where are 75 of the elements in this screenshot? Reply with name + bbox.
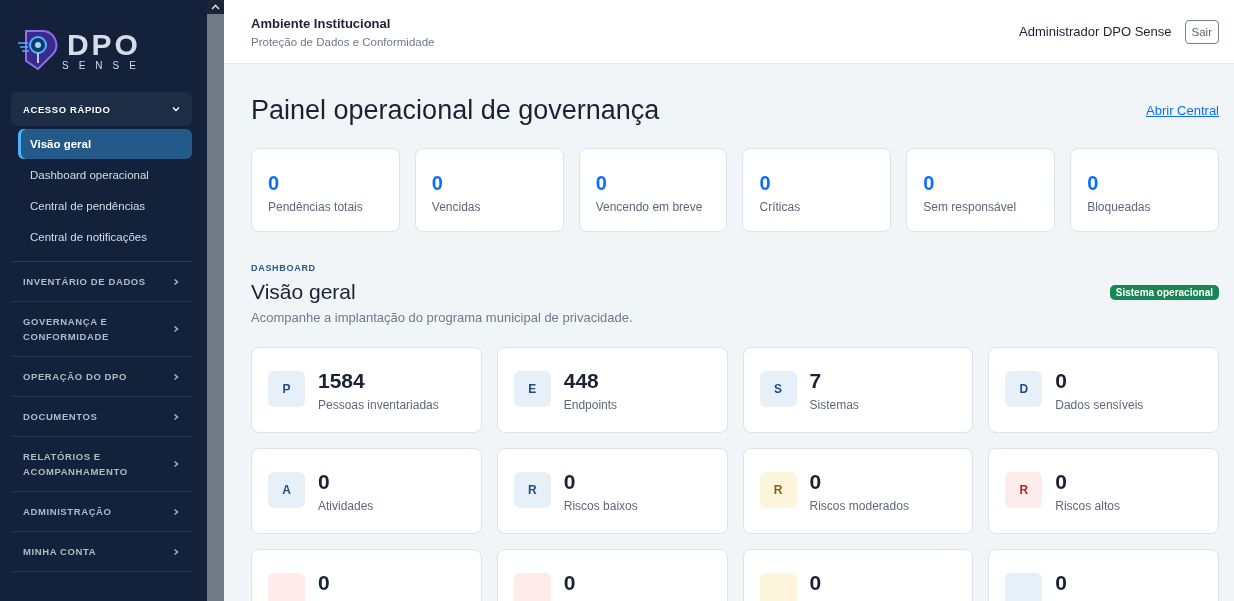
letter-badge: S <box>759 371 797 407</box>
stat-label: Sem responsável <box>923 200 1018 214</box>
metric-label: Endpoints <box>563 398 618 412</box>
letter-badge: A <box>268 472 305 508</box>
nav-section-toggle[interactable]: ADMINISTRAÇÃO <box>11 492 192 531</box>
stat-value: 0 <box>1087 171 1100 195</box>
metric-value: 0 <box>1055 469 1068 495</box>
chevron-right-icon <box>172 325 180 333</box>
stat-label: Vencidas <box>431 200 482 214</box>
nav-section-toggle[interactable]: ACESSO RÁPIDO <box>11 92 192 126</box>
metric-value: 0 <box>809 469 823 495</box>
metric-value: 0 <box>563 570 576 596</box>
chevron-right-icon <box>172 277 180 286</box>
metric-value: 0 <box>318 570 330 596</box>
nav-section-toggle[interactable]: INVENTÁRIO DE DADOS <box>11 262 192 301</box>
stat-value: 0 <box>759 171 772 195</box>
stat-value: 0 <box>268 171 281 195</box>
open-central-link[interactable]: Abrir Central <box>1146 102 1219 118</box>
metric-label: Dados sensíveis <box>1055 398 1144 412</box>
environment-title: Ambiente Institucional <box>251 15 392 31</box>
section-eyebrow: DASHBOARD <box>251 263 317 273</box>
nav-item[interactable]: Central de pendências <box>18 191 192 221</box>
metric-value: 0 <box>809 570 822 596</box>
letter-badge: R <box>1005 472 1043 508</box>
nav-item[interactable]: Central de notificações <box>18 222 192 252</box>
nav-section-toggle[interactable]: RELATÓRIOS E ACOMPANHAMENTO <box>11 437 192 491</box>
page-title: Painel operacional de governança <box>251 94 660 127</box>
chevron-down-icon <box>172 105 180 113</box>
letter-badge: R <box>513 472 551 508</box>
stat-label: Críticas <box>759 200 802 214</box>
section-title: Visão geral <box>251 279 356 305</box>
scrollbar[interactable] <box>207 0 224 601</box>
stat-value: 0 <box>923 171 936 195</box>
shield-logo-icon <box>18 27 58 73</box>
section-description: Acompanhe a implantação do programa municipal de privacidade. <box>251 310 634 325</box>
metric-value: 7 <box>809 368 823 394</box>
letter-badge: E <box>513 371 551 407</box>
nav-section-toggle[interactable]: OPERAÇÃO DO DPO <box>11 357 192 396</box>
logout-button[interactable]: Sair <box>1184 19 1219 44</box>
stat-value: 0 <box>431 171 444 195</box>
letter-badge: D <box>1005 371 1043 407</box>
chevron-right-icon <box>172 507 180 516</box>
user-name: Administrador DPO Sense <box>1019 24 1172 39</box>
stat-label: Pendências totais <box>268 200 364 214</box>
stat-value: 0 <box>595 171 608 195</box>
nav-section-toggle[interactable]: GOVERNANÇA E CONFORMIDADE <box>11 302 192 356</box>
metric-value: 448 <box>563 368 600 394</box>
nav-section-toggle[interactable]: MINHA CONTA <box>11 532 192 571</box>
metric-value: 0 <box>1055 368 1068 394</box>
metric-label: Riscos altos <box>1055 499 1120 513</box>
stat-label: Bloqueadas <box>1087 200 1152 214</box>
environment-subtitle: Proteção de Dados e Conformidade <box>251 35 435 48</box>
metric-label: Atividades <box>318 499 374 513</box>
metric-label: Riscos baixos <box>563 499 638 513</box>
nav-section-toggle[interactable]: DOCUMENTOS <box>11 397 192 436</box>
metric-label: Pessoas inventariadas <box>318 398 439 412</box>
chevron-right-icon <box>172 460 180 468</box>
letter-badge: R <box>759 472 797 508</box>
nav-item[interactable]: Dashboard operacional <box>18 160 192 190</box>
metric-value: 0 <box>1055 570 1067 596</box>
status-badge: Sistema operacional <box>1109 284 1219 300</box>
metric-label: Riscos moderados <box>809 499 909 513</box>
chevron-right-icon <box>172 412 180 421</box>
metric-value: 0 <box>318 469 331 495</box>
letter-badge: P <box>268 371 305 407</box>
logo-wordmark: DPO <box>66 29 141 60</box>
stat-label: Vencendo em breve <box>595 200 704 214</box>
metric-label: Sistemas <box>809 398 859 412</box>
nav-item[interactable]: Visão geral <box>18 129 192 159</box>
scroll-up-icon[interactable] <box>207 0 224 14</box>
logo-tagline: SENSE <box>62 60 146 71</box>
metric-value: 1584 <box>318 368 366 394</box>
chevron-right-icon <box>172 372 180 381</box>
metric-value: 0 <box>563 469 577 495</box>
chevron-right-icon <box>172 547 180 556</box>
